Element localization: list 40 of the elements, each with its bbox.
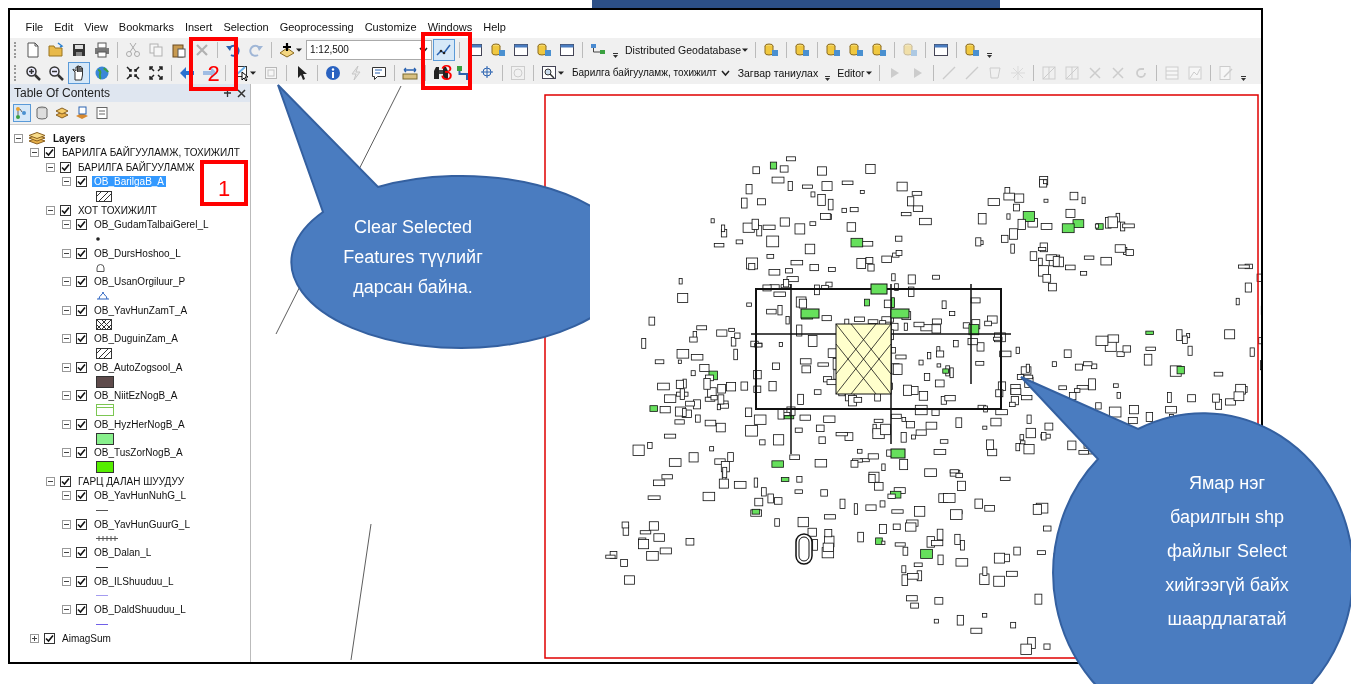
layer-name[interactable]: OB_DuguinZam_A [92,333,180,345]
menu-item[interactable]: Geoprocessing [274,21,360,33]
menu-item[interactable]: Help [477,21,512,33]
menu-item[interactable]: Customize [359,21,423,33]
layer-name[interactable]: OB_DursHoshoo_L [92,247,183,259]
layer-name[interactable]: OB_UsanOrgiluur_P [92,276,188,288]
layer-name[interactable]: OB_AutoZogsool_A [92,361,185,373]
layer-name[interactable]: OB_YavHunNuhG_L [92,490,189,502]
layer-name[interactable]: OB_HyzHerNogB_A [92,418,187,430]
menu-item[interactable]: Insert [179,21,218,33]
layer-name[interactable]: БАРИЛГА БАЙГУУЛАМЖ, ТОХИЖИЛТ [60,147,242,159]
menu-item[interactable]: View [78,21,114,33]
layer-name[interactable]: OB_Dalan_L [92,547,154,559]
layer-name[interactable]: БАРИЛГА БАЙГУУЛАМЖ [76,161,197,173]
menu-item[interactable]: File [20,21,49,33]
layer-name[interactable]: OB_YavHunZamT_A [92,304,190,316]
menu-item[interactable]: Edit [48,21,79,33]
toolbar-text-button[interactable]: Загвар таниулах [734,66,822,79]
menu-item[interactable]: Bookmarks [113,21,180,33]
layer-dropdown[interactable]: 1:12,500 [306,39,432,60]
menu-item[interactable]: Selection [217,21,275,33]
layer-name[interactable]: OB_TusZorNogB_A [92,447,185,459]
layer-name[interactable]: OB_ILShuuduu_L [92,575,176,587]
menu-item[interactable]: Windows [422,21,478,33]
layer-name[interactable]: ХОТ ТОХИЖИЛТ [76,204,159,216]
layer-name[interactable]: OB_DaldShuuduu_L [92,604,188,616]
layer-name[interactable]: AimagSum [60,632,113,644]
number-marker: 2 [189,37,238,91]
layer-name[interactable]: ГАРЦ ДАЛАН ШУУДУУ [76,475,187,487]
layer-name[interactable]: OB_NiitEzNogB_A [92,390,180,402]
callout-text: Ямар нэг барилгын shp файлыг Select хийгээгүй байх шаардлагатай [1164,472,1290,631]
layer-name[interactable]: Layers [51,132,88,144]
callout-text: Clear Selected Features түүлийг дарсан байна. [342,216,484,299]
layer-dropdown[interactable]: Барилга байгууламж, тохижилт [568,62,734,83]
toolbar-menu[interactable]: Distributed Geodatabase [622,43,752,56]
layer-name[interactable]: OB_YavHunGuurG_L [92,518,192,530]
panel-title: Table Of Contents [14,86,112,100]
layer-name[interactable]: OB_GudamTalbaiGerel_L [92,219,211,231]
number-marker: 1 [200,160,248,206]
toolbar-menu[interactable]: Editor [834,66,875,79]
